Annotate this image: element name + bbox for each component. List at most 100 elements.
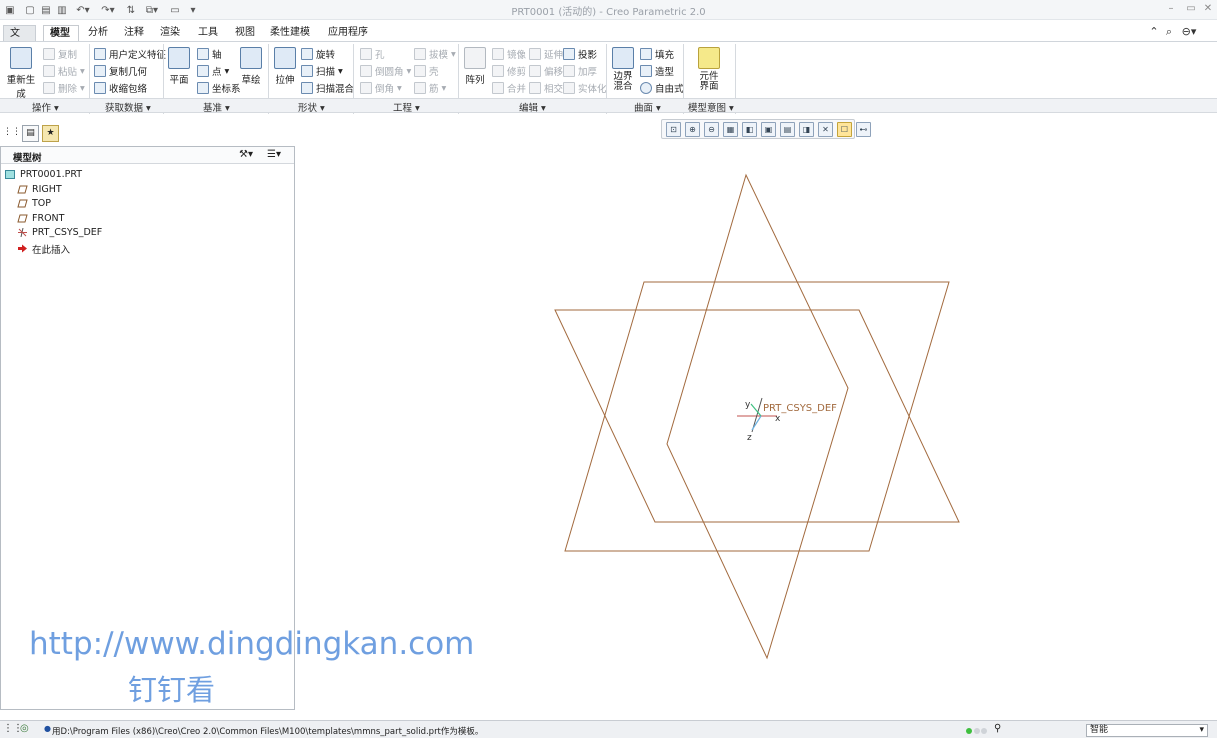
zoom-in-icon[interactable]: ⊕ [685,122,700,137]
chamfer-button[interactable]: 倒角 ▾ [360,80,402,96]
group-label-2[interactable]: 基准 ▾ [203,100,230,114]
csys-button[interactable]: 坐标系 [197,80,241,96]
coordinate-system-icon [197,82,209,94]
sweep-button[interactable]: 扫描 ▾ [301,63,343,79]
tree-item[interactable]: FRONT [17,213,64,224]
refit-icon[interactable]: ⊡ [666,122,681,137]
tab-7[interactable]: 柔性建模 [264,25,316,42]
tree-item[interactable]: TOP [17,198,51,209]
window-title: PRT0001 (活动的) - Creo Parametric 2.0 [511,7,706,18]
shrinkwrap-button[interactable]: 收缩包络 [94,80,147,96]
view-manager-icon[interactable]: ▤ [780,122,795,137]
tab-4[interactable]: 渲染 [154,25,186,42]
mirror-button[interactable]: 镜像 [492,46,526,62]
tab-8[interactable]: 应用程序 [322,25,374,42]
extrude-button[interactable]: 拉伸 [273,47,297,86]
favorites-tab-icon[interactable]: ★ [42,125,59,142]
group-label-5[interactable]: 编辑 ▾ [519,100,546,114]
display-style-icon[interactable]: ◧ [742,122,757,137]
csys-axis-z: z [747,433,752,443]
component-interface-button[interactable]: 元件 界面 [697,47,721,92]
shell-button[interactable]: 壳 [414,63,439,79]
browser-toggle-icon[interactable]: ◎ [20,723,29,734]
rib-button[interactable]: 筋 ▾ [414,80,446,96]
group-label-4[interactable]: 工程 ▾ [393,100,420,114]
tree-item[interactable]: PRT_CSYS_DEF [17,227,102,238]
model-tree-title: 模型树 [13,153,42,164]
group-label-1[interactable]: 获取数据 ▾ [105,100,151,114]
zoom-out-icon[interactable]: ⊖ [704,122,719,137]
collapse-ribbon-icon[interactable]: ⌃ [1147,25,1161,39]
model-tree-tab-icon[interactable]: ⋮⋮ [3,125,21,142]
draft-button[interactable]: 拔模 ▾ [414,46,456,62]
component-interface-icon [698,47,720,69]
plane-display-icon[interactable]: ◨ [799,122,814,137]
tab-3[interactable]: 注释 [118,25,150,42]
tree-item[interactable]: PRT0001.PRT [5,169,82,180]
close-icon[interactable]: ✕ [1201,2,1215,16]
freestyle-button[interactable]: 自由式 [640,80,684,96]
extend-button[interactable]: 延伸 [529,46,563,62]
point-button[interactable]: 点 ▾ [197,63,229,79]
regenerate-button[interactable]: 重新生成 [3,47,39,100]
group-label-0[interactable]: 操作 ▾ [32,100,59,114]
tree-settings-icon[interactable]: ⚒▾ [239,149,253,160]
search-icon[interactable]: ⌕ [1162,25,1176,39]
datum-plane-icon [17,214,32,223]
tab-2[interactable]: 分析 [82,25,114,42]
paste-button[interactable]: 粘贴 ▾ [43,63,85,79]
group-label-7[interactable]: 模型意图 ▾ [688,100,734,114]
style-button[interactable]: 造型 [640,63,674,79]
group-label-6[interactable]: 曲面 ▾ [634,100,661,114]
csys-display-icon[interactable]: ⊷ [856,122,871,137]
selection-filter-icon[interactable]: ⚲ [994,723,1001,734]
plane-button[interactable]: 平面 [167,47,191,86]
help-icon[interactable]: ⊖▾ [1178,25,1200,39]
tab-6[interactable]: 视图 [229,25,261,42]
point-display-icon[interactable]: ☐ [837,122,852,137]
saved-views-icon[interactable]: ▣ [761,122,776,137]
shrinkwrap-icon [94,82,106,94]
udf-button[interactable]: 用户定义特征 [94,46,166,62]
solidify-button[interactable]: 实体化 [563,80,607,96]
tree-item[interactable]: RIGHT [17,184,62,195]
ribbon-panel: 重新生成 复制 粘贴 ▾ 删除 ▾ 用户定义特征 复制几何 收缩包络 平面 轴 … [0,41,1217,100]
tab-5[interactable]: 工具 [192,25,224,42]
title-bar: ▣ ▢ ▤ ▥ ↶▾ ↷▾ ⇅ ⧉▾ ▭ ▾ PRT0001 (活动的) - C… [0,0,1217,20]
folder-browser-tab-icon[interactable]: ▤ [22,125,39,142]
tab-1[interactable]: 模型 [43,25,79,42]
thicken-button[interactable]: 加厚 [563,63,597,79]
boundary-blend-button[interactable]: 边界 混合 [611,47,635,92]
revolve-button[interactable]: 旋转 [301,46,335,62]
sketch-button[interactable]: 草绘 [239,47,263,86]
tab-0[interactable]: 文件▾ [3,25,36,55]
copy-button[interactable]: 复制 [43,46,77,62]
axis-display-icon[interactable]: ✕ [818,122,833,137]
pattern-button[interactable]: 阵列 [463,47,487,86]
selection-filter-dropdown[interactable]: 智能 ▾ [1086,724,1208,737]
merge-button[interactable]: 合并 [492,80,526,96]
fill-button[interactable]: 填充 [640,46,674,62]
minimize-icon[interactable]: – [1164,2,1178,16]
round-button[interactable]: 倒圆角 ▾ [360,63,411,79]
repaint-icon[interactable]: ▦ [723,122,738,137]
project-button[interactable]: 投影 [563,46,597,62]
intersect-button[interactable]: 相交 [529,80,563,96]
datum-plane-icon [168,47,190,69]
tree-columns-icon[interactable]: ☰▾ [267,149,281,160]
maximize-icon[interactable]: ▭ [1184,2,1198,16]
coordinate-system[interactable]: y x z PRT_CSYS_DEF [737,397,837,443]
copy-geometry-button[interactable]: 复制几何 [94,63,147,79]
trim-button[interactable]: 修剪 [492,63,526,79]
watermark-name: 钉钉看 [128,673,216,707]
delete-button[interactable]: 删除 ▾ [43,80,85,96]
coordinate-system-icon [17,228,32,237]
draft-icon [414,48,426,60]
axis-button[interactable]: 轴 [197,46,222,62]
group-label-3[interactable]: 形状 ▾ [298,100,325,114]
offset-button[interactable]: 偏移 [529,63,563,79]
swept-blend-button[interactable]: 扫描混合 [301,80,354,96]
regen-status-icon [981,728,987,734]
hole-button[interactable]: 孔 [360,46,385,62]
tree-item[interactable]: 在此插入 [17,242,70,256]
